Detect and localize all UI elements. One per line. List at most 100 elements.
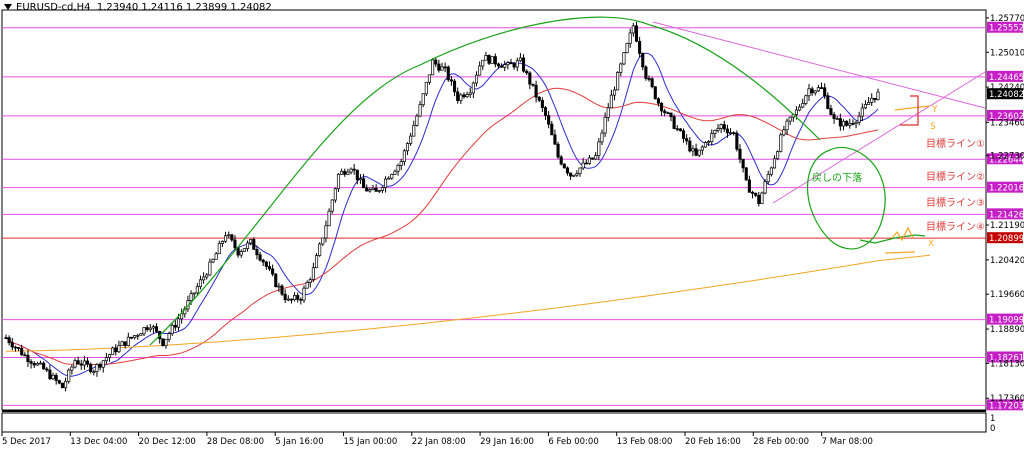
candle-body — [286, 298, 290, 301]
candle-body — [870, 97, 874, 103]
candle-body — [230, 234, 234, 241]
candle-body — [192, 292, 196, 295]
candle-body — [597, 141, 601, 156]
y-tick-label: 1.17360 — [990, 394, 1024, 404]
candle-body — [123, 341, 127, 346]
candle-body — [493, 56, 497, 65]
candle-body — [606, 107, 610, 118]
x-tick-label: 20 Dec 12:00 — [139, 437, 196, 447]
candle-body — [86, 360, 90, 365]
candle-body — [311, 267, 315, 280]
candle-body — [73, 360, 77, 368]
candle-body — [644, 66, 648, 79]
candle-body — [857, 115, 861, 123]
candle-body — [518, 57, 522, 62]
candle-body — [587, 157, 591, 164]
candle-body — [616, 72, 620, 91]
candle-body — [681, 130, 686, 139]
candle-body — [412, 125, 416, 137]
candle-body — [685, 138, 689, 142]
green-loop-line[interactable] — [806, 146, 886, 250]
candle-body — [346, 171, 350, 175]
candle-body — [622, 52, 626, 65]
candle-body — [305, 282, 309, 289]
candle-body — [826, 95, 830, 109]
ma-slow-line[interactable] — [6, 254, 931, 352]
candle-body — [13, 346, 17, 349]
candle-body — [845, 120, 849, 126]
candle-body — [148, 327, 152, 330]
yellow-base-line — [884, 251, 916, 254]
candle-body — [838, 118, 842, 127]
candle-body — [368, 189, 372, 192]
candle-body — [760, 192, 764, 205]
candle-body — [810, 88, 814, 94]
candle-body — [355, 169, 359, 181]
candle-body — [512, 63, 516, 68]
candle-body — [214, 253, 218, 260]
green-arc-line[interactable] — [149, 16, 821, 346]
candle-body — [79, 363, 83, 366]
current-price-label: 1.24082 — [989, 90, 1024, 100]
candle-body — [647, 78, 651, 80]
candle-body — [289, 298, 293, 301]
candle-body — [669, 112, 673, 118]
candle-body — [873, 97, 877, 100]
upper-trendline[interactable] — [652, 21, 986, 109]
candle-body — [95, 363, 99, 372]
x-tick-label: 28 Dec 08:00 — [207, 437, 264, 447]
candle-body — [399, 161, 403, 166]
candle-body — [565, 167, 570, 174]
candle-body — [101, 360, 105, 368]
candle-body — [35, 363, 39, 366]
candle-body — [562, 163, 566, 169]
candle-body — [151, 326, 155, 329]
level-label: 1.24465 — [989, 73, 1024, 83]
candle-body — [318, 243, 322, 256]
candle-body — [631, 25, 635, 34]
candle-body — [509, 62, 513, 65]
candle-body — [365, 187, 369, 192]
candle-body — [418, 104, 422, 117]
candle-body — [848, 123, 852, 126]
target-line-2: 目標ライン② — [926, 170, 985, 183]
candle-body — [104, 357, 108, 362]
candle-body — [324, 225, 328, 239]
candle-body — [434, 59, 438, 65]
candle-body — [249, 239, 253, 244]
candle-body — [32, 362, 36, 366]
price-chart[interactable]: 戻しの下落 目標ライン① 目標ライン② 目標ライン③ 目標ライン④ YS X 1.25552… — [0, 0, 1024, 449]
candle-body — [60, 382, 65, 389]
ma-mid-line[interactable] — [5, 87, 879, 366]
candle-body — [660, 102, 664, 112]
candle-body — [675, 128, 679, 130]
candle-body — [578, 167, 582, 174]
green-bottom-line[interactable] — [859, 234, 926, 244]
candle-body — [653, 86, 657, 100]
candle-body — [380, 187, 384, 191]
candle-body — [876, 91, 880, 100]
candle-body — [10, 342, 14, 348]
candle-body — [16, 347, 21, 349]
x-tick-label: 28 Feb 00:00 — [753, 437, 809, 447]
candle-body — [754, 192, 758, 196]
candle-body — [798, 106, 802, 111]
y-tick-label: 1.18890 — [990, 325, 1024, 335]
candle-body — [7, 337, 11, 344]
candle-body — [299, 299, 303, 301]
candle-body — [314, 255, 319, 269]
red-box-mark — [900, 95, 919, 126]
candle-body — [540, 99, 544, 108]
candle-body — [860, 107, 864, 117]
x-tick-label: 20 Feb 16:00 — [685, 437, 741, 447]
candle-body — [556, 143, 560, 158]
candle-body — [591, 157, 595, 160]
candle-body — [54, 374, 58, 381]
candle-body — [261, 259, 265, 263]
x-tick-label: 13 Dec 04:00 — [70, 437, 127, 447]
candle-body — [330, 199, 334, 212]
candle-body — [575, 173, 579, 176]
candle-body — [816, 87, 820, 92]
target-line-3: 目標ライン③ — [926, 196, 985, 209]
lower-trendline[interactable] — [772, 71, 986, 204]
